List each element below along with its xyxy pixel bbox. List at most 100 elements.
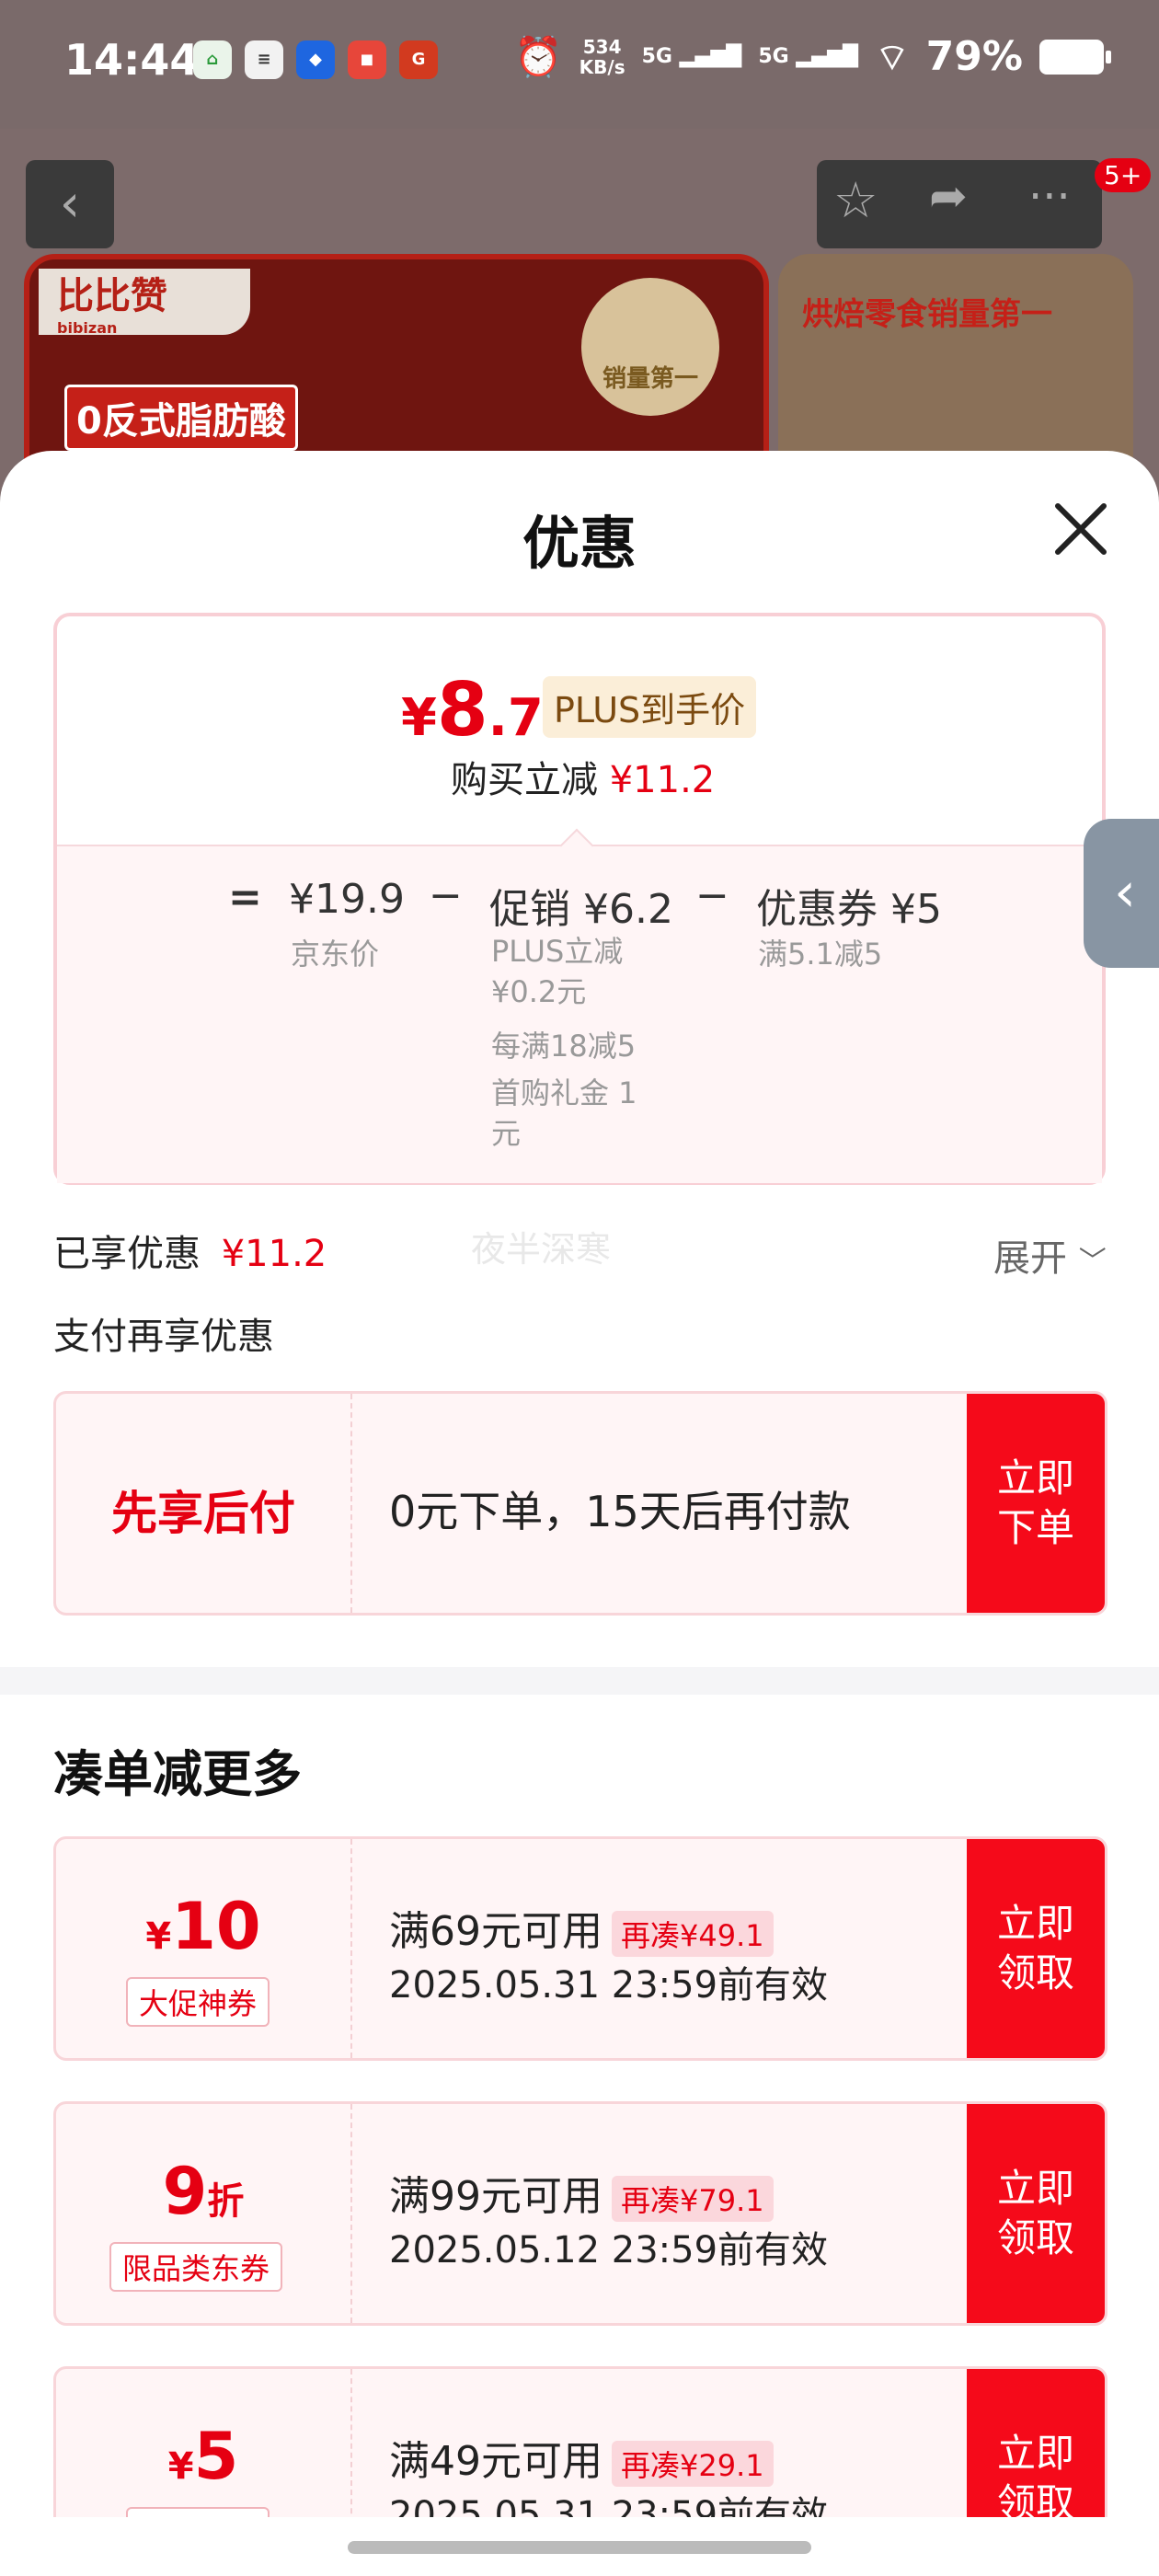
feature-label: 0反式脂肪酸 xyxy=(64,385,298,451)
minus-sign-1: − xyxy=(429,872,463,919)
banner-slogan: 烘焙零食销量第一 xyxy=(802,296,1052,333)
pay-later-text: 0元下单，15天后再付款 xyxy=(389,1487,851,1536)
promo-value: ¥6.2 xyxy=(583,886,673,933)
promo-item-1: PLUS立减 ¥0.2元 xyxy=(491,934,624,1009)
coupon-desc: 满5.1减5 xyxy=(758,937,883,972)
coupon-amount: ¥5 xyxy=(56,2419,350,2494)
coupon-amount: 9折 xyxy=(56,2154,350,2229)
expand-label: 展开 xyxy=(993,1237,1067,1280)
claim-coupon-label: 立即领取 xyxy=(996,2431,1074,2517)
coupon-label: 优惠券 xyxy=(756,886,878,933)
coupon-amount-suffix: 折 xyxy=(207,2180,245,2223)
enjoyed-discount: 已享优惠 ¥11.2 xyxy=(53,1224,327,1277)
coupon-condition-text: 满99元可用 xyxy=(389,2173,602,2220)
enjoyed-value: ¥11.2 xyxy=(221,1233,327,1275)
battery-icon xyxy=(1039,39,1111,75)
promo-label: 促销 xyxy=(489,886,570,933)
brand-logo-text: 比比赞 xyxy=(57,275,167,317)
coupon-gap-badge: 再凑¥29.1 xyxy=(612,2441,774,2487)
coupon-value: ¥5 xyxy=(890,886,942,933)
coupon-card[interactable]: ¥10 大促神券 满69元可用 再凑¥49.1 2025.05.31 23:59前… xyxy=(53,1836,1107,2061)
coupon-type-tag: 限品类东券 xyxy=(109,2242,283,2292)
signal-2: 5G ▂▄▆█ xyxy=(758,45,859,68)
final-price-dec: .7 xyxy=(488,688,544,748)
coupon-card[interactable]: 9折 限品类东券 满99元可用 再凑¥79.1 2025.05.12 23:59前… xyxy=(53,2101,1107,2326)
watermark-text: 夜半深寒 xyxy=(471,1229,612,1270)
coupon-expiry: 2025.05.31 23:59前有效 xyxy=(389,1964,829,2007)
claim-coupon-label: 立即领取 xyxy=(996,2166,1074,2260)
promo-row: 促销 ¥6.2 xyxy=(489,876,673,935)
final-price-int: 8 xyxy=(436,667,488,753)
final-price: ¥8.7 xyxy=(401,667,544,753)
expand-button[interactable]: 展开 ﹀ xyxy=(993,1228,1107,1282)
coupon-expiry: 2025.05.12 23:59前有效 xyxy=(389,2229,829,2271)
pay-later-left: 先享后付 xyxy=(56,1394,352,1613)
side-collapse-tab[interactable]: ‹ xyxy=(1084,819,1159,968)
sheet-title: 优惠 xyxy=(522,510,637,577)
home-indicator[interactable] xyxy=(348,2541,811,2554)
order-now-button[interactable]: 立即下单 xyxy=(967,1394,1105,1613)
back-button[interactable]: ‹ xyxy=(26,160,114,248)
status-app-icons: ⌂ ≡ ◆ ◼ G xyxy=(193,40,438,79)
app-icon-chat: ≡ xyxy=(245,40,283,79)
favorite-icon[interactable]: ☆ xyxy=(833,171,889,229)
more-icon[interactable]: ··· xyxy=(1028,171,1093,226)
buy-cut-row: 购买立减 ¥11.2 xyxy=(451,750,715,803)
section-divider xyxy=(0,1667,1159,1695)
coupon-gap-badge: 再凑¥79.1 xyxy=(612,2176,774,2222)
buy-cut-value: ¥11.2 xyxy=(609,759,716,801)
coupon-amount-symbol: ¥ xyxy=(145,1915,172,1958)
eq-sign: = xyxy=(228,874,262,921)
more-section-title: 凑单减更多 xyxy=(53,1745,302,1803)
coupon-amount-symbol: ¥ xyxy=(167,2445,194,2488)
alarm-icon: ⏰ xyxy=(514,33,563,79)
app-icon-g: G xyxy=(399,40,438,79)
signal-1: 5G ▂▄▆█ xyxy=(641,45,742,68)
app-icon-home: ⌂ xyxy=(193,40,232,79)
battery-percent: 79% xyxy=(925,33,1023,80)
brand-logo-latin: bibizan xyxy=(57,319,118,337)
promo-item-3: 首购礼金 1元 xyxy=(491,1075,637,1151)
claim-coupon-button[interactable]: 立即领取 xyxy=(967,2104,1105,2323)
app-icon-blue: ◆ xyxy=(296,40,335,79)
jd-price: ¥19.9 xyxy=(289,876,405,923)
jd-price-label: 京东价 xyxy=(291,937,380,972)
share-icon[interactable]: ➦ xyxy=(929,169,984,224)
status-time: 14:44 xyxy=(64,35,200,85)
brand-logo: 比比赞 bibizan xyxy=(39,269,250,337)
network-speed-unit: KB/s xyxy=(579,55,625,78)
coupon-amount: ¥10 xyxy=(56,1889,350,1964)
pay-later-label: 先享后付 xyxy=(111,1487,295,1540)
coupon-amount-value: 5 xyxy=(193,2419,239,2494)
app-icon-red: ◼ xyxy=(348,40,386,79)
claim-coupon-button[interactable]: 立即领取 xyxy=(967,1839,1105,2058)
coupon-amount-value: 10 xyxy=(171,1889,261,1964)
promo-item-2: 每满18减5 xyxy=(491,1029,637,1064)
coupon-type-tag: 大促神券 xyxy=(126,2507,270,2517)
coupon-condition-text: 满69元可用 xyxy=(389,1908,602,1955)
coupon-condition: 满99元可用 再凑¥79.1 xyxy=(389,2163,774,2222)
pay-section-title: 支付再享优惠 xyxy=(53,1316,274,1358)
coupon-expiry: 2025.05.31 23:59前有效 xyxy=(389,2494,829,2517)
pay-later-card[interactable]: 先享后付 0元下单，15天后再付款 立即下单 xyxy=(53,1391,1107,1616)
claim-coupon-button[interactable]: 立即领取 xyxy=(967,2369,1105,2517)
coupon-condition-text: 满49元可用 xyxy=(389,2438,602,2485)
enjoyed-label: 已享优惠 xyxy=(53,1233,201,1275)
network-speed-value: 534 xyxy=(582,35,622,58)
status-bar: 14:44 ⌂ ≡ ◆ ◼ G ⏰ 534 KB/s 5G ▂▄▆█ 5G ▂▄… xyxy=(0,0,1159,129)
claim-coupon-label: 立即领取 xyxy=(996,1901,1074,1995)
buy-cut-label: 购买立减 xyxy=(451,759,598,801)
coupon-row: 优惠券 ¥5 xyxy=(756,876,942,935)
cart-badge: 5+ xyxy=(1095,158,1152,192)
chevron-down-icon: ﹀ xyxy=(1078,1246,1107,1278)
minus-sign-2: − xyxy=(695,872,729,919)
coupon-card[interactable]: ¥5 大促神券 满49元可用再凑¥29.1 2025.05.31 23:59前有… xyxy=(53,2366,1107,2517)
award-text: 销量第一 xyxy=(602,365,698,393)
coupon-list-clip: ¥5 大促神券 满49元可用再凑¥29.1 2025.05.31 23:59前有… xyxy=(0,2355,1159,2517)
plus-price-tag: PLUS到手价 xyxy=(543,676,757,738)
close-icon[interactable] xyxy=(1049,497,1113,561)
status-right: ⏰ 534 KB/s 5G ▂▄▆█ 5G ▂▄▆█ ⌔ 79% xyxy=(514,33,1111,80)
final-price-symbol: ¥ xyxy=(401,688,437,748)
order-now-label: 立即下单 xyxy=(996,1455,1074,1550)
coupon-condition: 满49元可用 再凑¥29.1 xyxy=(389,2428,774,2487)
